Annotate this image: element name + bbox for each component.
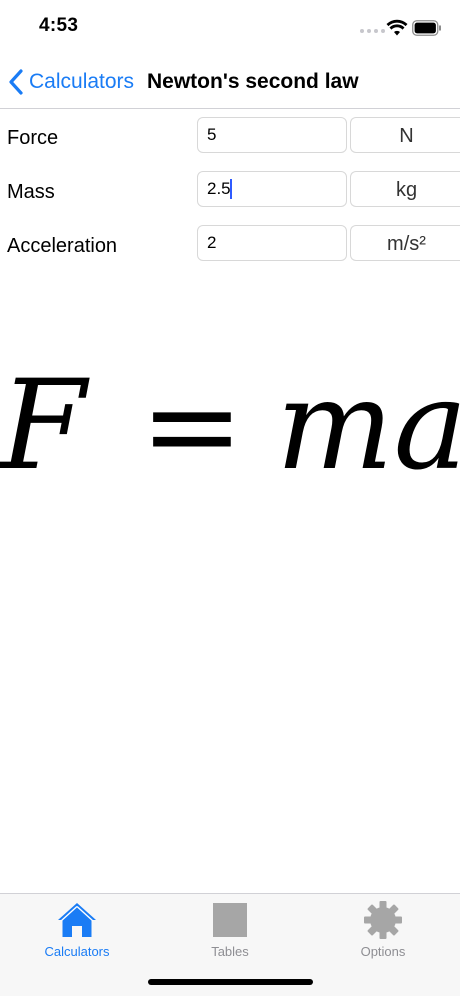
page-title: Newton's second law (147, 70, 359, 93)
back-button-label: Calculators (29, 70, 135, 93)
back-button[interactable]: Calculators (8, 56, 134, 108)
formula-operator: = (140, 354, 244, 498)
status-bar: 4:53 (0, 0, 460, 56)
tab-calculators[interactable]: Calculators (17, 900, 137, 960)
tab-options[interactable]: Options (323, 900, 443, 960)
mass-input[interactable] (197, 171, 347, 207)
force-input[interactable] (197, 117, 347, 153)
mass-unit-button[interactable]: kg (350, 171, 460, 207)
acceleration-label: Acceleration (7, 235, 118, 257)
acceleration-input[interactable] (197, 225, 347, 261)
status-time: 4:53 (39, 15, 79, 36)
acceleration-unit-button[interactable]: m/s² (350, 225, 460, 261)
form-row-mass: Mass kg (0, 171, 460, 209)
navigation-bar: Calculators Newton's second law (0, 56, 460, 109)
force-unit-button[interactable]: N (350, 117, 460, 153)
home-indicator[interactable] (148, 979, 313, 985)
force-label: Force (7, 127, 59, 149)
form-row-force: Force N (0, 117, 460, 155)
square-icon (213, 903, 247, 937)
form-row-acceleration: Acceleration m/s² (0, 225, 460, 263)
chevron-left-icon (9, 69, 23, 95)
signal-dots-icon (360, 29, 385, 33)
tab-tables[interactable]: Tables (170, 900, 290, 960)
battery-icon (412, 20, 441, 36)
screen: 4:53 Calculators Newton's second law For… (0, 0, 460, 996)
gear-icon (364, 901, 402, 939)
tab-tables-label: Tables (211, 944, 249, 959)
wifi-icon (386, 19, 408, 36)
formula-rhs: ma (276, 354, 460, 498)
formula-display: F = ma (0, 354, 460, 498)
mass-label: Mass (7, 181, 55, 203)
text-caret (230, 179, 232, 199)
tab-options-label: Options (360, 944, 406, 959)
tab-calculators-label: Calculators (44, 944, 110, 959)
house-icon (58, 903, 96, 937)
formula-lhs: F (0, 354, 90, 498)
